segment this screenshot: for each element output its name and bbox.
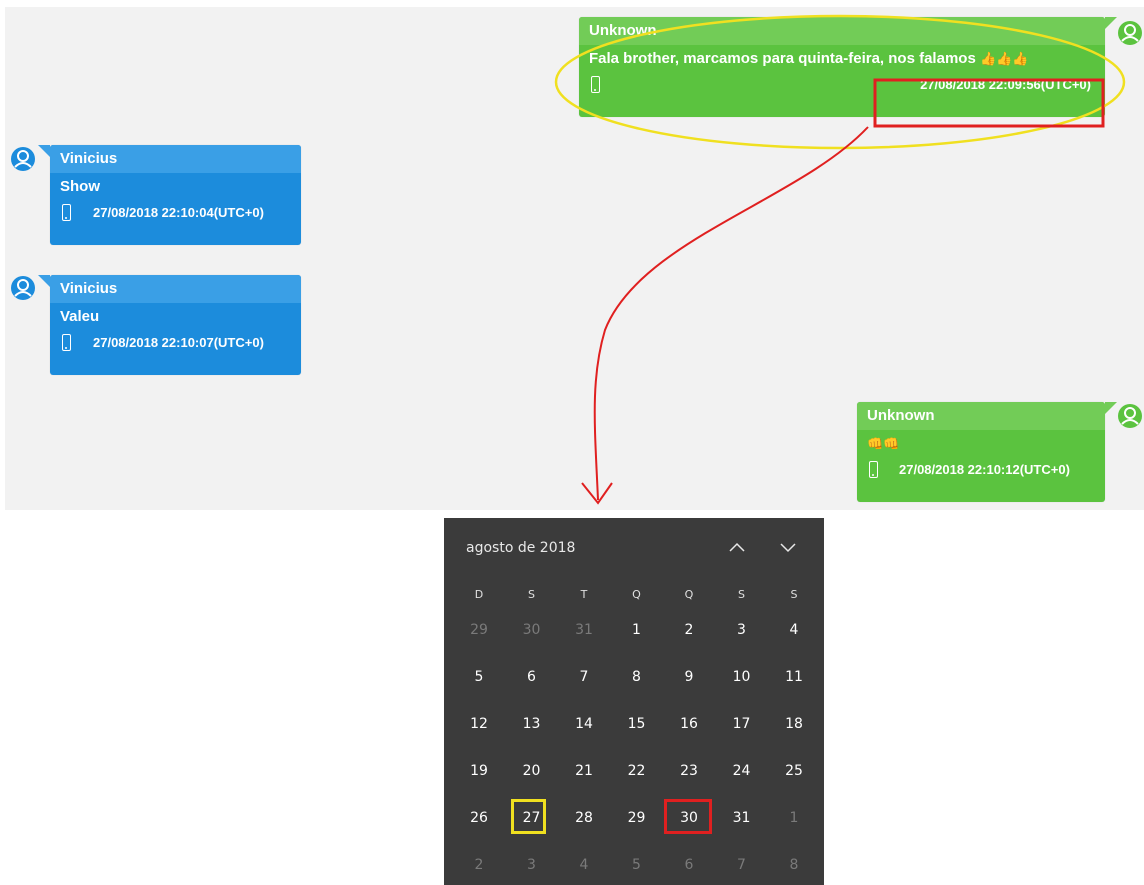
calendar-day[interactable]: 3 [507, 845, 557, 885]
weekday-header: S [738, 588, 745, 601]
message-meta: 27/08/2018 22:10:12(UTC+0) [857, 456, 1105, 486]
phone-icon [591, 76, 600, 93]
calendar-day[interactable]: 20 [507, 751, 557, 791]
calendar-day[interactable]: 5 [612, 845, 662, 885]
calendar-day[interactable]: 11 [769, 657, 819, 697]
calendar-day[interactable]: 31 [559, 610, 609, 650]
message-sender: Vinicius [50, 145, 301, 173]
message-sender: Vinicius [50, 275, 301, 303]
message-meta: 27/08/2018 22:10:04(UTC+0) [50, 199, 301, 229]
weekday-header: Q [684, 588, 694, 601]
bubble-tail [38, 275, 50, 287]
calendar-day[interactable]: 27 [507, 798, 557, 838]
message-bubble-vinicius-1[interactable]: Vinicius Show 27/08/2018 22:10:04(UTC+0) [50, 145, 301, 245]
message-sender: Unknown [579, 17, 1105, 45]
message-meta: 27/08/2018 22:10:07(UTC+0) [50, 329, 301, 359]
chevron-down-icon[interactable] [778, 538, 798, 556]
bubble-tail [38, 145, 50, 157]
calendar-day[interactable]: 28 [559, 798, 609, 838]
calendar-day[interactable]: 26 [454, 798, 504, 838]
phone-icon [62, 334, 71, 351]
calendar-day[interactable]: 5 [454, 657, 504, 697]
calendar-day[interactable]: 31 [717, 798, 767, 838]
calendar-day[interactable]: 12 [454, 704, 504, 744]
calendar-day[interactable]: 15 [612, 704, 662, 744]
user-avatar-icon [11, 276, 35, 300]
calendar-day[interactable]: 18 [769, 704, 819, 744]
chevron-up-icon[interactable] [727, 538, 747, 556]
calendar-day[interactable]: 7 [717, 845, 767, 885]
message-bubble-unknown-2[interactable]: Unknown 👊👊 27/08/2018 22:10:12(UTC+0) [857, 402, 1105, 502]
calendar-day[interactable]: 1 [769, 798, 819, 838]
weekday-header: S [790, 588, 798, 601]
weekday-header: D [474, 588, 484, 601]
message-bubble-unknown-1[interactable]: Unknown Fala brother, marcamos para quin… [579, 17, 1105, 117]
message-text: Fala brother, marcamos para quinta-feira… [579, 45, 1105, 71]
user-avatar-icon [1118, 21, 1142, 45]
weekday-header: T [580, 588, 588, 601]
calendar-month-label[interactable]: agosto de 2018 [466, 540, 575, 556]
calendar-day[interactable]: 25 [769, 751, 819, 791]
calendar-day[interactable]: 23 [664, 751, 714, 791]
calendar-day[interactable]: 1 [612, 610, 662, 650]
calendar-day[interactable]: 2 [664, 610, 714, 650]
calendar-day[interactable]: 4 [559, 845, 609, 885]
phone-icon [869, 461, 878, 478]
calendar-day[interactable]: 8 [612, 657, 662, 697]
calendar-day[interactable]: 22 [612, 751, 662, 791]
calendar-day[interactable]: 9 [664, 657, 714, 697]
phone-icon [62, 204, 71, 221]
calendar-day[interactable]: 8 [769, 845, 819, 885]
calendar-day[interactable]: 16 [664, 704, 714, 744]
user-avatar-icon [11, 147, 35, 171]
calendar-day[interactable]: 2 [454, 845, 504, 885]
calendar-day[interactable]: 6 [507, 657, 557, 697]
message-timestamp: 27/08/2018 22:09:56(UTC+0) [920, 77, 1091, 92]
calendar-day[interactable]: 3 [717, 610, 767, 650]
weekday-header: S [528, 588, 535, 601]
calendar-day[interactable]: 10 [717, 657, 767, 697]
message-bubble-vinicius-2[interactable]: Vinicius Valeu 27/08/2018 22:10:07(UTC+0… [50, 275, 301, 375]
calendar-day[interactable]: 7 [559, 657, 609, 697]
user-avatar-icon [1118, 404, 1142, 428]
bubble-tail [1105, 402, 1117, 414]
message-sender: Unknown [857, 402, 1105, 430]
message-timestamp: 27/08/2018 22:10:12(UTC+0) [899, 462, 1070, 477]
calendar-picker: agosto de 2018 D S T Q Q S S 29 30 31 1 2 3 4 5 6 7 8 9 10 1… [444, 518, 824, 885]
calendar-day[interactable]: 13 [507, 704, 557, 744]
thumbs-up-emoji: 👍👍👍 [979, 51, 1029, 66]
calendar-day[interactable]: 24 [717, 751, 767, 791]
message-text: 👊👊 [867, 436, 900, 451]
message-text: Show [60, 178, 100, 195]
calendar-day[interactable]: 19 [454, 751, 504, 791]
message-meta: 27/08/2018 22:09:56(UTC+0) [579, 71, 1105, 101]
calendar-day[interactable]: 6 [664, 845, 714, 885]
calendar-day[interactable]: 29 [612, 798, 662, 838]
message-text-content: Fala brother, marcamos para quinta-feira… [589, 50, 976, 67]
calendar-day[interactable]: 21 [559, 751, 609, 791]
calendar-day[interactable]: 14 [559, 704, 609, 744]
message-timestamp: 27/08/2018 22:10:07(UTC+0) [93, 335, 264, 350]
weekday-header: Q [632, 588, 641, 601]
message-text: Valeu [60, 308, 100, 325]
calendar-day[interactable]: 17 [717, 704, 767, 744]
bubble-tail [1105, 17, 1117, 29]
message-timestamp: 27/08/2018 22:10:04(UTC+0) [93, 205, 264, 220]
calendar-day[interactable]: 30 [507, 610, 557, 650]
calendar-day[interactable]: 30 [664, 798, 714, 838]
calendar-day[interactable]: 4 [769, 610, 819, 650]
calendar-day[interactable]: 29 [454, 610, 504, 650]
